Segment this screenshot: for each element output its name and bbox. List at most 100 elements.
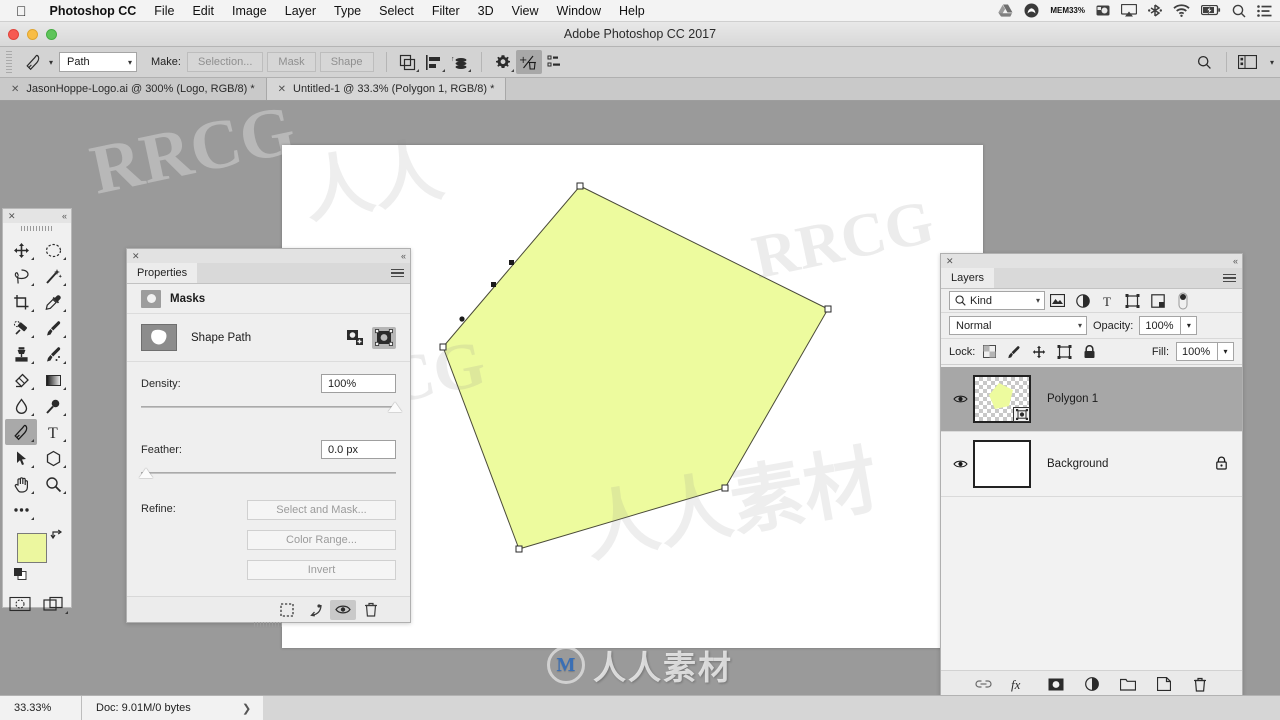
- minimize-button[interactable]: [27, 29, 38, 40]
- feather-value[interactable]: 0.0 px: [321, 440, 396, 459]
- panel-menu-icon[interactable]: [1223, 268, 1242, 288]
- tools-panel-grip[interactable]: [3, 223, 71, 233]
- delete-layer-icon[interactable]: [1191, 674, 1209, 694]
- gradient-tool[interactable]: [37, 367, 69, 393]
- path-options-icon[interactable]: [542, 50, 568, 74]
- zoom-tool[interactable]: [37, 471, 69, 497]
- menu-photoshop[interactable]: Photoshop CC: [41, 4, 146, 18]
- lasso-tool[interactable]: [5, 263, 37, 289]
- quick-mask-icon[interactable]: [3, 591, 37, 617]
- panel-menu-icon[interactable]: [391, 263, 410, 283]
- dodge-tool[interactable]: [37, 393, 69, 419]
- panel-resize-grip[interactable]: [253, 622, 284, 627]
- blend-mode-select[interactable]: Normal ▾: [949, 316, 1087, 335]
- clone-stamp-tool[interactable]: [5, 341, 37, 367]
- screen-mode-icon[interactable]: [37, 591, 71, 617]
- filter-toggle-icon[interactable]: [1170, 290, 1195, 312]
- edit-toolbar-more-icon[interactable]: [5, 497, 37, 523]
- make-selection-button[interactable]: Selection...: [186, 52, 264, 72]
- hand-tool[interactable]: [5, 471, 37, 497]
- close-icon[interactable]: ✕: [278, 84, 286, 95]
- path-operations-icon[interactable]: [395, 50, 421, 74]
- path-selection-tool[interactable]: [5, 445, 37, 471]
- brush-tool[interactable]: [37, 315, 69, 341]
- add-pixel-mask-icon[interactable]: [343, 327, 367, 349]
- lock-transparency-icon[interactable]: [978, 342, 1000, 362]
- layer-thumbnail[interactable]: [973, 375, 1031, 423]
- eyedropper-tool[interactable]: [37, 289, 69, 315]
- apple-logo-icon[interactable]: : [0, 4, 41, 18]
- close-icon[interactable]: ✕: [946, 256, 954, 267]
- feather-slider-handle[interactable]: [139, 468, 153, 478]
- menu-view[interactable]: View: [503, 4, 548, 18]
- add-vector-mask-icon[interactable]: [372, 326, 396, 349]
- tab-jasonhoppe-logo[interactable]: ✕ JasonHoppe-Logo.ai @ 300% (Logo, RGB/8…: [0, 78, 267, 100]
- filter-shape-icon[interactable]: [1120, 290, 1145, 312]
- collapse-icon[interactable]: «: [1233, 256, 1238, 266]
- layer-filter-kind-select[interactable]: Kind ▾: [949, 291, 1045, 310]
- path-mode-select[interactable]: Path ▾: [59, 52, 138, 72]
- creative-cloud-icon[interactable]: [1024, 3, 1039, 18]
- crop-tool[interactable]: [5, 289, 37, 315]
- density-value[interactable]: 100%: [321, 374, 396, 393]
- collapse-icon[interactable]: «: [401, 251, 406, 261]
- options-bar-grip[interactable]: [6, 51, 12, 73]
- menu-type[interactable]: Type: [325, 4, 370, 18]
- vector-mask-thumbnail[interactable]: [141, 324, 177, 351]
- make-mask-button[interactable]: Mask: [267, 52, 316, 72]
- battery-charging-icon[interactable]: [1201, 5, 1221, 16]
- menu-image[interactable]: Image: [223, 4, 276, 18]
- status-expand-icon[interactable]: ❯: [242, 696, 264, 720]
- magic-wand-tool[interactable]: [37, 263, 69, 289]
- load-selection-icon[interactable]: [274, 600, 300, 620]
- type-tool[interactable]: T: [37, 419, 69, 445]
- path-arrangement-icon[interactable]: ↑: [447, 50, 473, 74]
- lock-artboard-icon[interactable]: [1053, 342, 1075, 362]
- layer-row-background[interactable]: Background: [941, 432, 1242, 497]
- layer-row-polygon-1[interactable]: Polygon 1: [941, 367, 1242, 432]
- layer-visibility-toggle[interactable]: [947, 459, 973, 469]
- layer-thumbnail[interactable]: [973, 440, 1031, 488]
- menu-3d[interactable]: 3D: [469, 4, 503, 18]
- close-icon[interactable]: ✕: [8, 211, 16, 222]
- invert-button[interactable]: Invert: [247, 560, 396, 580]
- control-center-icon[interactable]: [1257, 4, 1272, 17]
- menu-layer[interactable]: Layer: [276, 4, 325, 18]
- menu-edit[interactable]: Edit: [183, 4, 223, 18]
- fill-value[interactable]: 100%: [1176, 342, 1218, 361]
- foreground-color-swatch[interactable]: [17, 533, 47, 563]
- pen-tool-icon[interactable]: [18, 50, 48, 74]
- filter-smart-object-icon[interactable]: [1145, 290, 1170, 312]
- workspace-switcher-icon[interactable]: [1233, 50, 1263, 74]
- move-tool[interactable]: [5, 237, 37, 263]
- tab-layers[interactable]: Layers: [941, 268, 995, 288]
- zoom-level-field[interactable]: 33.33%: [0, 696, 82, 720]
- collapse-icon[interactable]: «: [62, 211, 67, 221]
- fill-stepper[interactable]: ▾: [1218, 342, 1234, 361]
- lock-position-icon[interactable]: [1028, 342, 1050, 362]
- apply-mask-icon[interactable]: [302, 600, 328, 620]
- close-icon[interactable]: ✕: [132, 251, 140, 262]
- new-group-icon[interactable]: [1119, 674, 1137, 694]
- swap-colors-icon[interactable]: [50, 529, 63, 544]
- blur-tool[interactable]: [5, 393, 37, 419]
- tool-preset-chevron-icon[interactable]: ▾: [49, 58, 53, 67]
- wifi-icon[interactable]: [1173, 4, 1190, 17]
- chevron-down-icon[interactable]: ▾: [1270, 58, 1274, 67]
- add-layer-mask-icon[interactable]: [1047, 674, 1065, 694]
- toggle-mask-visibility-icon[interactable]: [330, 599, 356, 620]
- bluetooth-icon[interactable]: [1148, 4, 1162, 17]
- filter-pixel-icon[interactable]: [1045, 290, 1070, 312]
- layer-name[interactable]: Background: [1047, 458, 1108, 470]
- elliptical-marquee-tool[interactable]: [37, 237, 69, 263]
- feather-slider[interactable]: [139, 468, 396, 484]
- layer-visibility-toggle[interactable]: [947, 394, 973, 404]
- menu-filter[interactable]: Filter: [423, 4, 469, 18]
- layer-style-fx-icon[interactable]: fx: [1011, 674, 1029, 694]
- screenshot-icon[interactable]: [1096, 4, 1110, 17]
- eraser-tool[interactable]: [5, 367, 37, 393]
- new-layer-icon[interactable]: [1155, 674, 1173, 694]
- layer-name[interactable]: Polygon 1: [1047, 393, 1098, 405]
- link-layers-icon[interactable]: [975, 674, 993, 694]
- tab-properties[interactable]: Properties: [127, 263, 198, 283]
